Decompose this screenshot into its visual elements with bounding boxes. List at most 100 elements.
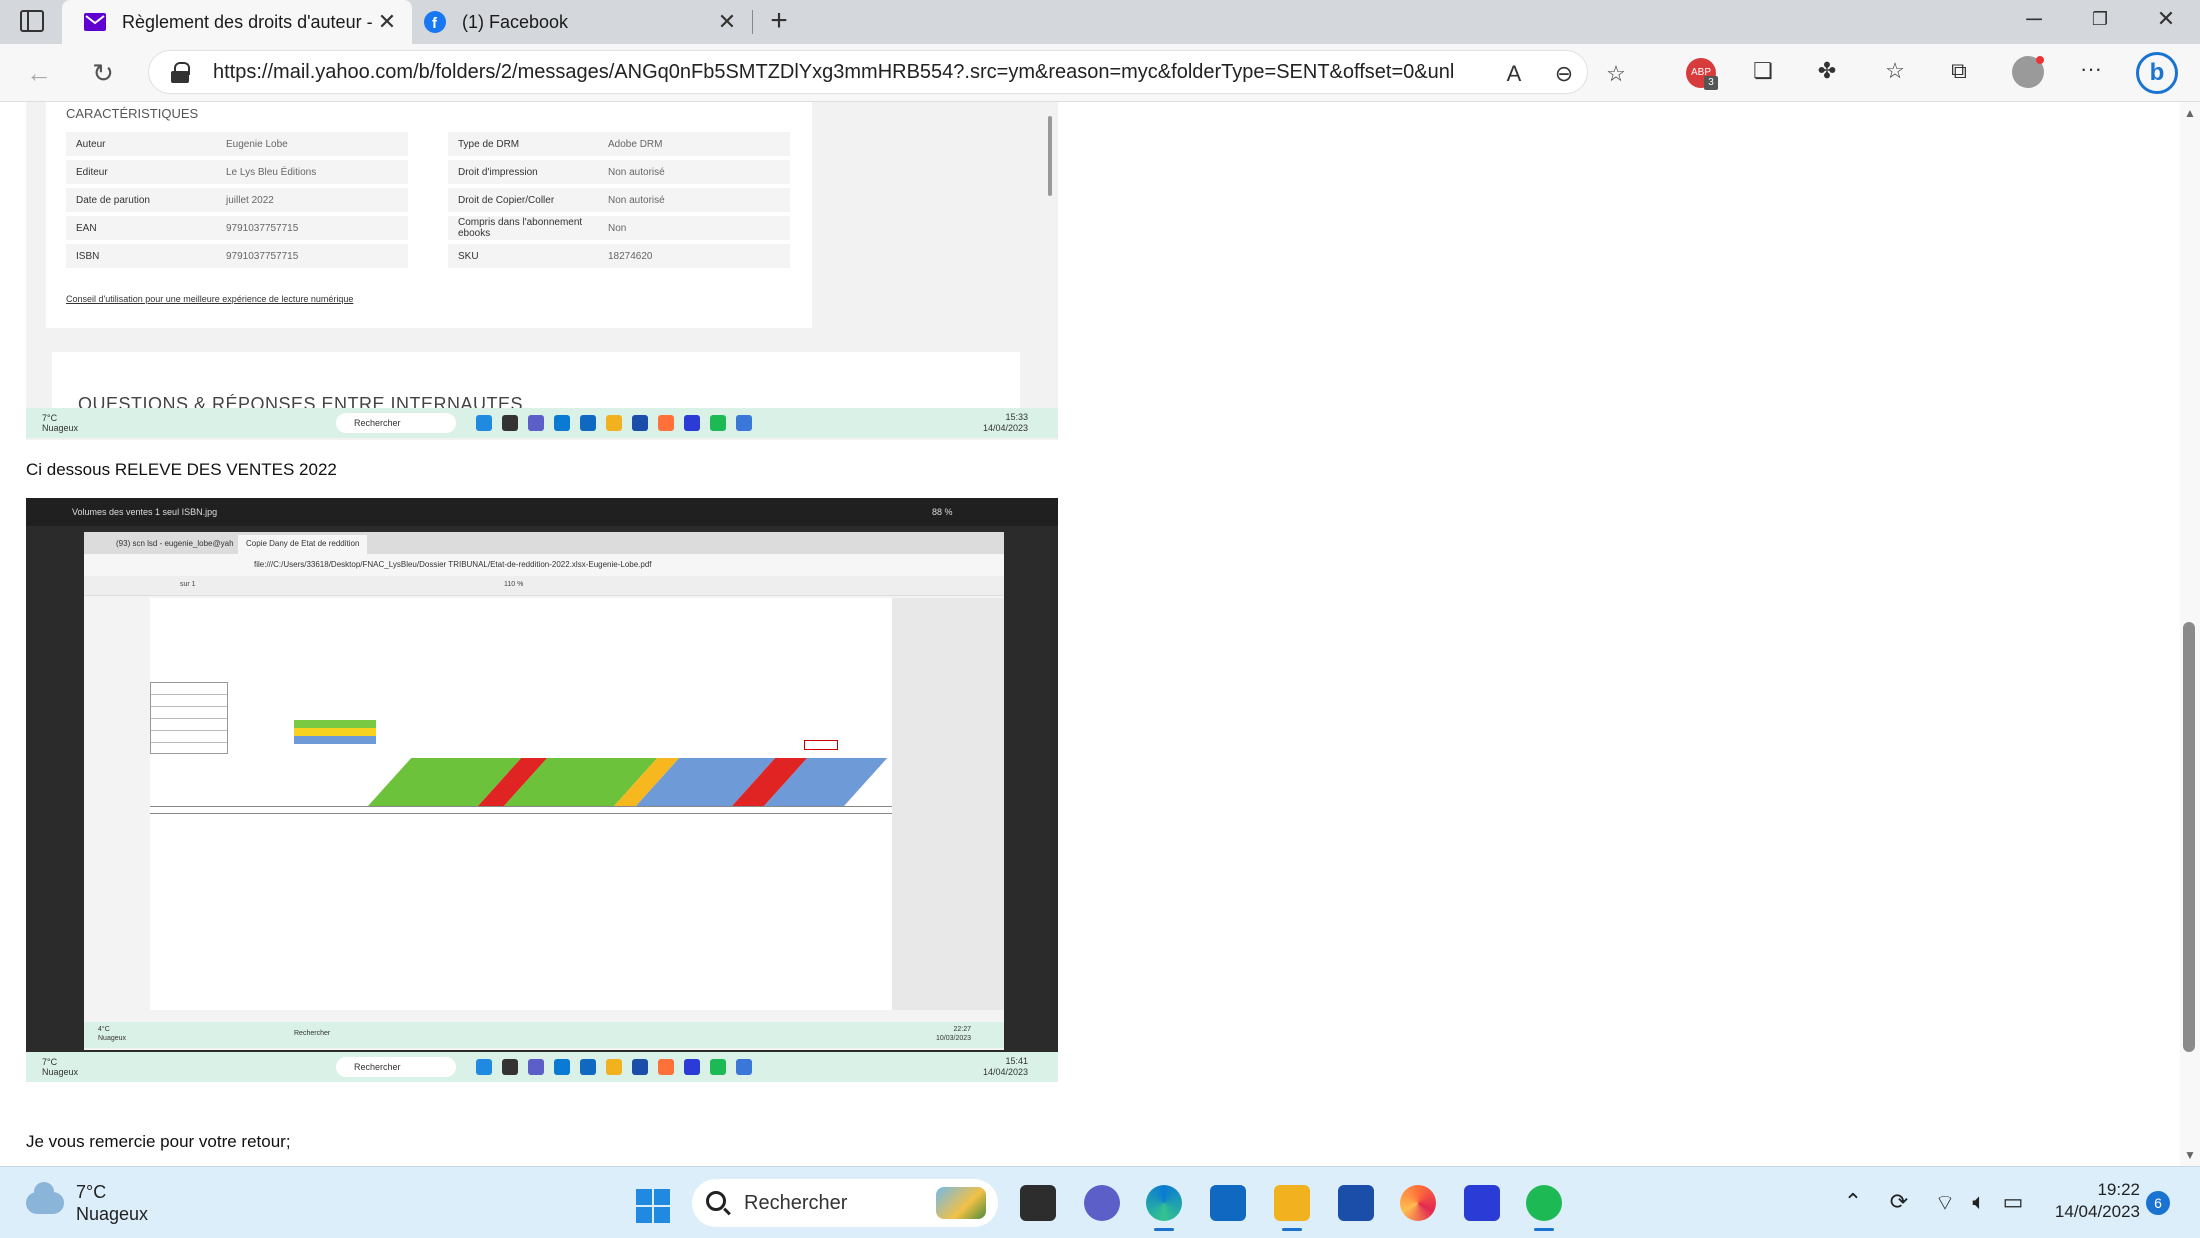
taskbar-clock: 15:33 14/04/2023 [982, 412, 1028, 433]
extensions-icon[interactable]: ✤ [1812, 58, 1842, 84]
weather-widget: 7°C Nuageux [42, 413, 79, 433]
inner-tab: (93) scn lsd - eugenie_lobe@yah [116, 539, 234, 548]
tab-title: Règlement des droits d'auteur - Y [122, 11, 372, 32]
inner-browser: (93) scn lsd - eugenie_lobe@yah Copie Da… [84, 532, 1004, 1050]
inner-scrollbar [1048, 116, 1052, 196]
specs-heading: CARACTÉRISTIQUES [66, 106, 199, 121]
spec-row: ISBN 9791037757715 [66, 244, 408, 268]
weather-widget[interactable]: 7°C Nuageux [26, 1181, 148, 1225]
taskbar-search: Rechercher [336, 1057, 456, 1077]
spec-row: Auteur Eugenie Lobe [66, 132, 408, 156]
pdf-data-row [150, 806, 892, 814]
teams-chat-icon[interactable] [1084, 1185, 1120, 1221]
more-menu-icon[interactable]: ··· [2076, 56, 2106, 82]
weather-widget: 7°C Nuageux [42, 1057, 79, 1077]
close-tab-icon[interactable]: ✕ [372, 9, 402, 35]
zoom-out-icon[interactable]: ⊖ [1549, 61, 1579, 87]
search-icon [706, 1191, 726, 1211]
taskbar-clock[interactable]: 19:22 14/04/2023 [2040, 1179, 2140, 1223]
sync-icon[interactable]: ⟳ [1884, 1189, 1914, 1215]
battery-icon[interactable]: ▭ [1998, 1189, 2028, 1215]
close-window-icon[interactable]: ✕ [2134, 6, 2198, 32]
inner-url: file:///C:/Users/33618/Desktop/FNAC_LysB… [254, 560, 652, 569]
reading-advice-link: Conseil d'utilisation pour une meilleure… [66, 294, 354, 304]
taskbar-search: Rechercher [336, 413, 456, 433]
screenshot-product-specs: CARACTÉRISTIQUES Auteur Eugenie Lobe Edit… [26, 102, 1058, 440]
add-favorite-icon[interactable]: ☆ [1601, 61, 1631, 87]
start-icon[interactable] [636, 1189, 670, 1223]
read-aloud-icon[interactable]: A [1499, 61, 1529, 87]
inner-address-bar: file:///C:/Users/33618/Desktop/FNAC_LysB… [84, 554, 1004, 576]
tab-title: (1) Facebook [462, 11, 569, 32]
search-label: Rechercher [744, 1192, 848, 1214]
search-highlight-image [936, 1187, 986, 1219]
thanks-text: Je vous remercie pour votre retour; [26, 1132, 291, 1151]
lock-icon [171, 62, 190, 83]
page-scrollbar[interactable]: ▲ ▼ [2180, 102, 2200, 1166]
taskbar-icons [476, 1059, 752, 1075]
inner-tab-bar: (93) scn lsd - eugenie_lobe@yah Copie Da… [84, 532, 1004, 554]
volume-icon[interactable]: 🔈︎ [1964, 1189, 1994, 1215]
close-tab-icon[interactable]: ✕ [712, 9, 742, 35]
tab-facebook[interactable]: f (1) Facebook ✕ [412, 0, 752, 44]
cloud-icon [26, 1182, 64, 1214]
pdf-total-cell [804, 740, 838, 750]
taskbar-search[interactable]: Rechercher [692, 1179, 998, 1227]
minimize-icon[interactable]: ─ [2002, 6, 2066, 32]
spec-row: Editeur Le Lys Bleu Éditions [66, 160, 408, 184]
edge-icon[interactable] [1146, 1185, 1182, 1231]
weather-desc: Nuageux [76, 1204, 149, 1224]
inner-taskbar: 4°C Nuageux Rechercher 22:27 10/03/2023 [84, 1022, 1004, 1048]
notification-badge[interactable]: 6 [2146, 1191, 2170, 1215]
bing-copilot-icon[interactable]: b [2136, 52, 2178, 94]
weather-temp: 7°C [76, 1182, 107, 1202]
tab-actions-icon[interactable] [20, 10, 44, 32]
scroll-down-icon[interactable]: ▼ [2184, 1148, 2196, 1162]
windows-taskbar: 7°C Nuageux Rechercher ⌃ ⟳ ⌔ 🔈︎ ▭ 19:22 14… [0, 1166, 2200, 1238]
wifi-icon[interactable]: ⌔ [1930, 1189, 1960, 1217]
yahoo-mail-icon [84, 11, 106, 33]
tab-yahoo-mail[interactable]: Règlement des droits d'auteur - Y ✕ [62, 0, 412, 44]
spec-row: Type de DRM Adobe DRM [448, 132, 790, 156]
sales-caption: Ci dessous RELEVE DES VENTES 2022 [26, 460, 337, 479]
spec-row: SKU 18274620 [448, 244, 790, 268]
address-bar[interactable]: https://mail.yahoo.com/b/folders/2/messa… [148, 50, 1626, 94]
screenshot-sales-statement: Volumes des ventes 1 seul ISBN.jpg 88 % … [26, 498, 1058, 1082]
scrollbar-thumb[interactable] [2183, 622, 2195, 1052]
ai-app-icon[interactable] [1464, 1185, 1500, 1221]
new-tab-icon[interactable]: + [764, 4, 794, 38]
email-body: CARACTÉRISTIQUES Auteur Eugenie Lobe Edit… [0, 102, 2180, 1166]
file-explorer-icon[interactable] [1274, 1185, 1310, 1231]
spec-row: Droit d'impression Non autorisé [448, 160, 790, 184]
inner-tab: Copie Dany de Etat de reddition [238, 535, 368, 554]
photo-viewer-bar: Volumes des ventes 1 seul ISBN.jpg 88 % [26, 498, 1058, 526]
adblock-badge: 3 [1704, 76, 1718, 90]
task-view-icon[interactable] [1020, 1185, 1056, 1221]
spec-row: Date de parution juillet 2022 [66, 188, 408, 212]
pdf-side-panel [892, 598, 1004, 1010]
pdf-page [150, 598, 892, 1010]
back-arrow-icon[interactable]: ← [22, 56, 56, 90]
pdf-toolbar: sur 1 110 % [84, 576, 1004, 596]
tray-chevron-icon[interactable]: ⌃ [1838, 1189, 1868, 1215]
restore-icon[interactable]: ❐ [2068, 9, 2132, 30]
url-text[interactable]: https://mail.yahoo.com/b/folders/2/messa… [213, 61, 1453, 84]
pdf-legend [294, 720, 376, 746]
extension-copy-icon[interactable]: ❏ [1748, 58, 1778, 84]
favorites-icon[interactable]: ☆ [1880, 58, 1910, 84]
firefox-icon[interactable] [1400, 1185, 1436, 1221]
refresh-icon[interactable]: ↻ [86, 56, 120, 90]
scroll-up-icon[interactable]: ▲ [2184, 106, 2196, 120]
spotify-icon[interactable] [1526, 1185, 1562, 1231]
taskbar-clock: 15:41 14/04/2023 [982, 1056, 1028, 1077]
spec-row: Compris dans l'abonnement ebooks Non [448, 216, 790, 240]
mail-icon[interactable] [1210, 1185, 1246, 1221]
screenshot-taskbar: 7°C Nuageux Rechercher 15:33 14/04/2023 [26, 408, 1058, 438]
screenshot-taskbar: 7°C Nuageux Rechercher 15:41 14/04/2023 [26, 1052, 1058, 1082]
viewer-filename: Volumes des ventes 1 seul ISBN.jpg [72, 507, 218, 517]
profile-notification-dot [2036, 56, 2044, 64]
tab-bar: Règlement des droits d'auteur - Y ✕ f (1… [0, 0, 2200, 44]
store-icon[interactable] [1338, 1185, 1374, 1221]
collections-icon[interactable]: ⧉ [1944, 58, 1974, 84]
taskbar-icons [476, 415, 752, 431]
